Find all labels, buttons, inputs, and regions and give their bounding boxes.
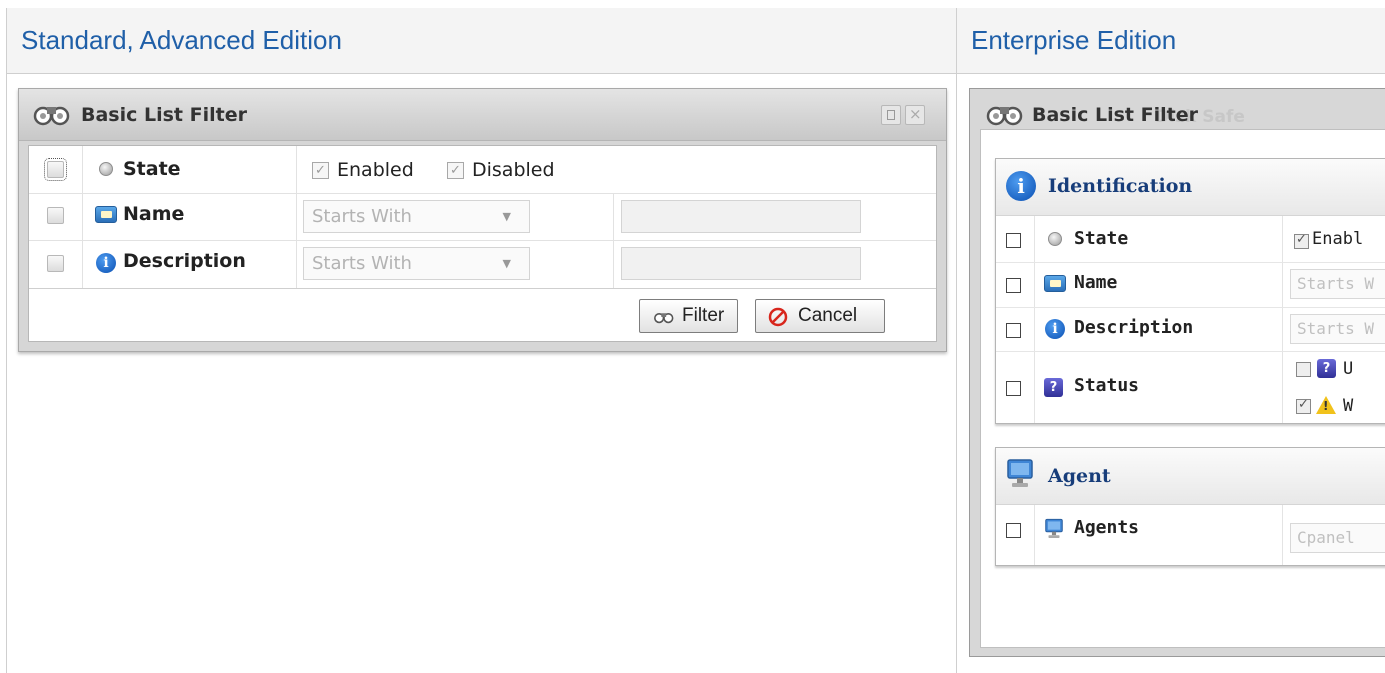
agent-header[interactable]: Agent: [996, 448, 1385, 505]
description-label: Description: [1074, 317, 1194, 338]
status-warning-label: W: [1343, 396, 1354, 416]
enterprise-filter-panel: Disk Safe Basic List Filter i Identifica…: [969, 88, 1385, 657]
agent-section: Agent Agents Cpanel: [995, 447, 1385, 566]
binoculars-icon: [986, 106, 1023, 126]
column-divider: [956, 8, 957, 673]
monitor-icon: [1045, 518, 1063, 538]
filter-button[interactable]: Filter: [639, 299, 738, 333]
name-icon: [95, 206, 117, 223]
status-row-checkbox[interactable]: [1006, 381, 1021, 396]
enabled-checkbox[interactable]: [1294, 232, 1309, 249]
state-icon: [99, 162, 113, 176]
filter-button-label: Filter: [682, 305, 725, 326]
minimize-button[interactable]: [881, 105, 901, 125]
cancel-icon: [768, 307, 788, 327]
close-icon: ×: [909, 105, 922, 123]
status-unknown-checkbox[interactable]: [1296, 362, 1311, 377]
description-label: Description: [123, 250, 246, 272]
info-icon: i: [96, 253, 116, 273]
chevron-down-icon: ▼: [502, 210, 511, 223]
column-header-standard: Standard, Advanced Edition: [7, 8, 956, 73]
disabled-label: Disabled: [472, 159, 555, 181]
close-button[interactable]: ×: [905, 105, 925, 125]
filter-row-state: State ✓ Enabled ✓ Disabled: [29, 146, 936, 193]
description-operator-select[interactable]: Starts W: [1290, 314, 1385, 344]
description-value-input[interactable]: [621, 247, 861, 280]
enabled-checkbox[interactable]: ✓: [312, 162, 329, 179]
chevron-down-icon: ▼: [502, 257, 511, 270]
status-warning-checkbox[interactable]: [1296, 397, 1311, 414]
disabled-checkbox[interactable]: ✓: [447, 162, 464, 179]
name-row-checkbox[interactable]: [47, 207, 64, 224]
description-operator-select[interactable]: Starts With ▼: [303, 247, 530, 280]
name-icon: [1044, 275, 1066, 292]
filter-table: State ✓ Enabled ✓ Disabled Name Starts W…: [28, 145, 937, 342]
name-operator-select[interactable]: Starts W: [1290, 269, 1385, 299]
cancel-button-label: Cancel: [798, 305, 858, 326]
panel-title: Basic List Filter: [81, 104, 247, 126]
state-row-checkbox[interactable]: [1006, 233, 1021, 248]
description-row-checkbox[interactable]: [47, 255, 64, 272]
agents-row-checkbox[interactable]: [1006, 523, 1021, 538]
monitor-icon: [1007, 459, 1033, 487]
enabled-label: Enabled: [337, 159, 414, 181]
identification-section: i Identification State Enabl Name Starts…: [995, 158, 1385, 424]
description-operator-value: Starts With: [312, 253, 412, 274]
name-label: Name: [123, 203, 185, 225]
status-icon: ?: [1317, 359, 1336, 378]
filter-content: i Identification State Enabl Name Starts…: [980, 129, 1385, 648]
state-icon: [1048, 232, 1062, 246]
info-icon: i: [1006, 171, 1036, 201]
basic-list-filter-panel: Basic List Filter × State ✓ Enabled ✓ Di…: [18, 88, 947, 352]
agents-select[interactable]: Cpanel: [1290, 523, 1385, 553]
identification-header[interactable]: i Identification: [996, 159, 1385, 216]
binoculars-icon: [654, 312, 674, 324]
name-value-input[interactable]: [621, 200, 861, 233]
agent-title: Agent: [1048, 465, 1111, 487]
description-row-checkbox[interactable]: [1006, 323, 1021, 338]
agents-label: Agents: [1074, 517, 1140, 538]
panel-title: Basic List Filter: [1032, 104, 1198, 126]
name-operator-select[interactable]: Starts With ▼: [303, 200, 530, 233]
name-operator-value: Starts With: [312, 206, 412, 227]
state-label: State: [1074, 228, 1129, 249]
status-unknown-label: U: [1343, 359, 1354, 379]
filter-row-name: Name Starts With ▼: [29, 193, 936, 240]
identification-title: Identification: [1048, 175, 1193, 197]
state-label: State: [123, 158, 181, 180]
name-label: Name: [1074, 272, 1118, 293]
name-row-checkbox[interactable]: [1006, 278, 1021, 293]
panel-titlebar[interactable]: Basic List Filter ×: [19, 89, 946, 141]
binoculars-icon: [33, 106, 70, 126]
state-row-checkbox[interactable]: [44, 158, 67, 181]
enabled-label: Enabl: [1312, 229, 1364, 249]
status-icon: ?: [1044, 378, 1063, 397]
status-label: Status: [1074, 375, 1140, 396]
info-icon: i: [1045, 319, 1065, 339]
column-header-enterprise: Enterprise Edition: [957, 8, 1385, 73]
filter-row-description: i Description Starts With ▼: [29, 240, 936, 288]
warning-icon: [1316, 396, 1336, 414]
cancel-button[interactable]: Cancel: [755, 299, 885, 333]
header-divider: [6, 73, 1385, 74]
